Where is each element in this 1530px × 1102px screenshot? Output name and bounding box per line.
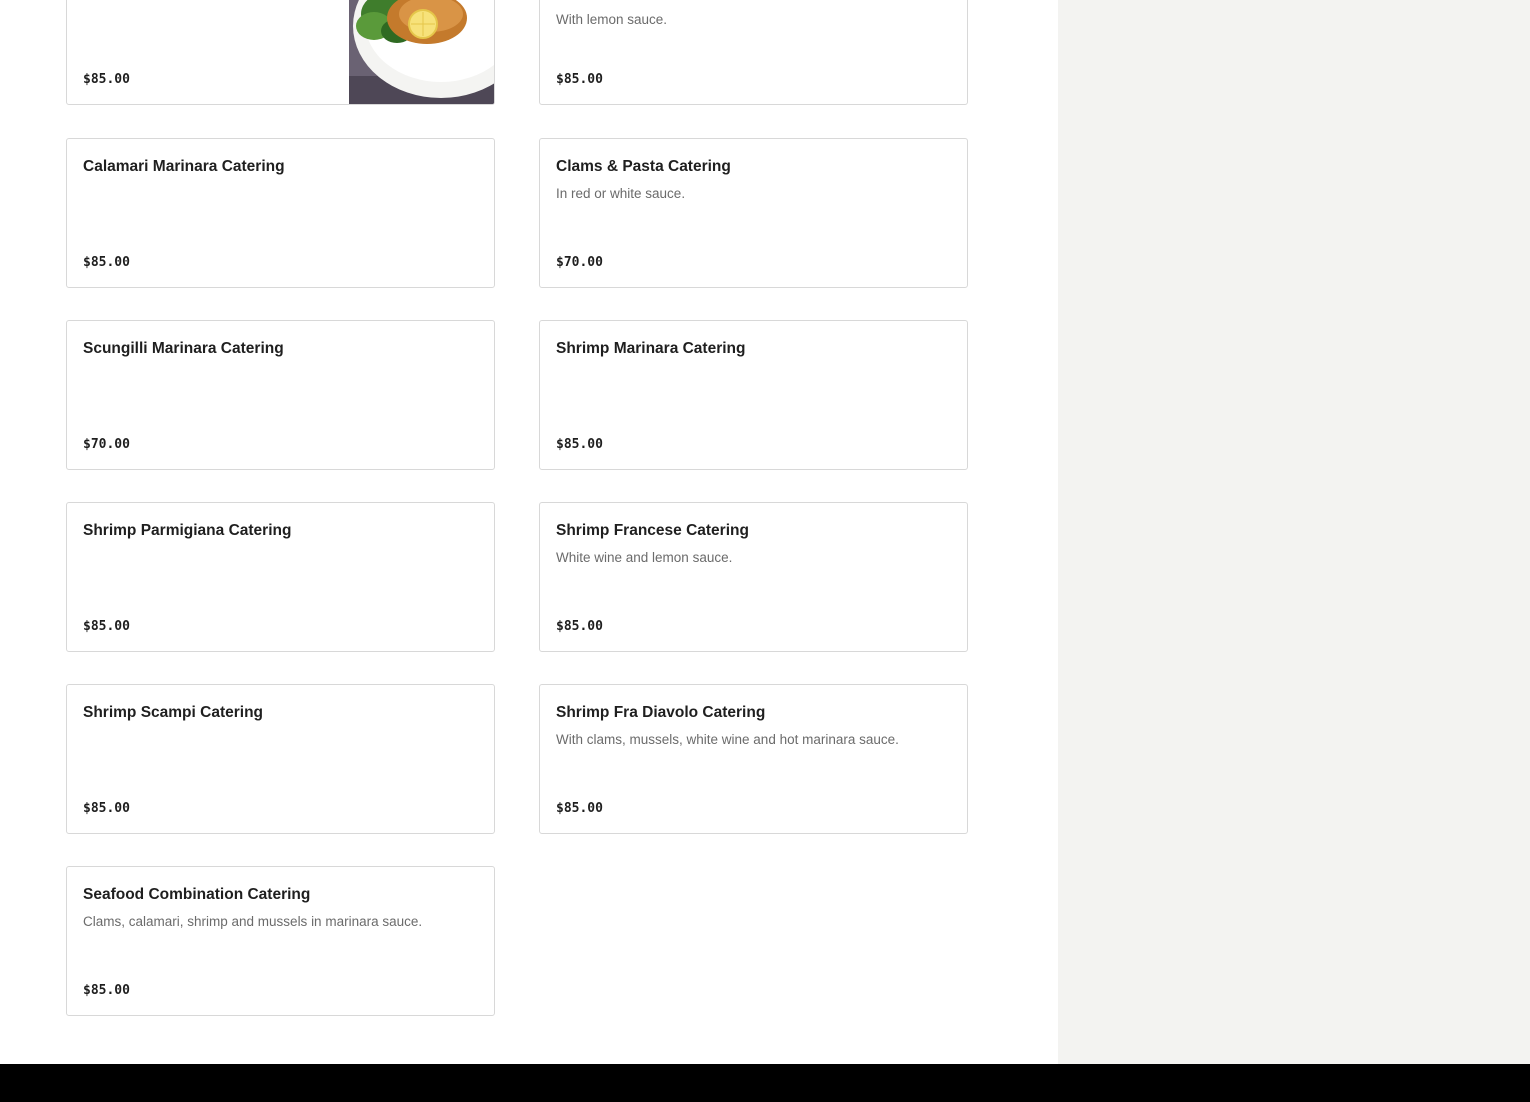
menu-item-description: Clams, calamari, shrimp and mussels in m… <box>83 914 423 929</box>
menu-item-price: $85.00 <box>83 255 130 270</box>
menu-item-photo <box>349 0 494 104</box>
menu-item-title: Scungilli Marinara Catering <box>83 340 284 357</box>
menu-item-price: $85.00 <box>83 801 130 816</box>
menu-item-price: $85.00 <box>83 983 130 998</box>
menu-item-card[interactable]: Shrimp Francese Catering White wine and … <box>539 502 968 652</box>
menu-item-price: $70.00 <box>556 255 603 270</box>
menu-item-card[interactable]: Shrimp Scampi Catering $85.00 <box>66 684 495 834</box>
menu-item-price: $85.00 <box>556 437 603 452</box>
menu-item-title: Shrimp Francese Catering <box>556 522 749 539</box>
menu-item-card[interactable]: Calamari Marinara Catering $85.00 <box>66 138 495 288</box>
menu-item-title: Calamari Marinara Catering <box>83 158 285 175</box>
menu-item-card[interactable]: $85.00 <box>66 0 495 105</box>
menu-item-card[interactable]: Clams & Pasta Catering In red or white s… <box>539 138 968 288</box>
menu-item-title: Seafood Combination Catering <box>83 886 311 903</box>
menu-item-title: Shrimp Marinara Catering <box>556 340 746 357</box>
menu-item-description: In red or white sauce. <box>556 186 686 201</box>
menu-item-price: $85.00 <box>556 72 603 87</box>
menu-item-title: Shrimp Fra Diavolo Catering <box>556 704 766 721</box>
menu-item-title: Shrimp Scampi Catering <box>83 704 264 721</box>
menu-item-title: Clams & Pasta Catering <box>556 158 731 175</box>
menu-item-card[interactable]: Seafood Combination Catering Clams, cala… <box>66 866 495 1016</box>
menu-item-card[interactable]: Scungilli Marinara Catering $70.00 <box>66 320 495 470</box>
menu-item-price: $85.00 <box>83 72 130 87</box>
menu-section: $85.00 With lemon sauce. $85.00 Calamari… <box>0 0 1058 1064</box>
menu-item-card[interactable]: Shrimp Marinara Catering $85.00 <box>539 320 968 470</box>
menu-item-card[interactable]: With lemon sauce. $85.00 <box>539 0 968 105</box>
menu-item-description: White wine and lemon sauce. <box>556 550 733 565</box>
menu-item-description: With lemon sauce. <box>556 12 668 27</box>
menu-item-title: Shrimp Parmigiana Catering <box>83 522 292 539</box>
page: $85.00 With lemon sauce. $85.00 Calamari… <box>0 0 1530 1102</box>
menu-item-price: $70.00 <box>83 437 130 452</box>
page-footer <box>0 1064 1530 1102</box>
menu-item-price: $85.00 <box>83 619 130 634</box>
cart-sidebar <box>1058 0 1530 1064</box>
menu-item-description: With clams, mussels, white wine and hot … <box>556 732 899 747</box>
menu-item-card[interactable]: Shrimp Parmigiana Catering $85.00 <box>66 502 495 652</box>
menu-item-card[interactable]: Shrimp Fra Diavolo Catering With clams, … <box>539 684 968 834</box>
menu-item-price: $85.00 <box>556 619 603 634</box>
menu-item-price: $85.00 <box>556 801 603 816</box>
